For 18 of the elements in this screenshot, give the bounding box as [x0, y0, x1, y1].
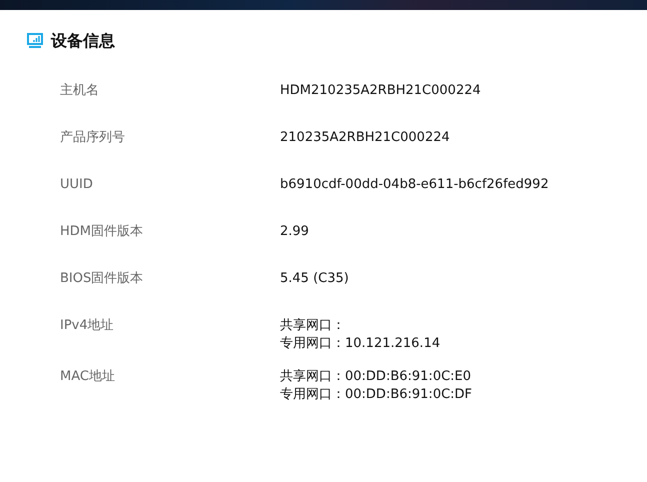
field-value: 2.99: [280, 223, 309, 241]
field-value: b6910cdf-00dd-04b8-e611-b6cf26fed992: [280, 176, 549, 194]
field-value: 共享网口：00:DD:B6:91:0C:E0: [280, 368, 472, 386]
field-label: HDM固件版本: [60, 223, 144, 241]
field-label: MAC地址: [60, 368, 116, 386]
field-label: IPv4地址: [60, 317, 115, 335]
field-label: 产品序列号: [60, 129, 126, 147]
field-value: 210235A2RBH21C000224: [280, 129, 450, 147]
field-label: 主机名: [60, 82, 100, 100]
field-value: 共享网口：: [280, 317, 345, 335]
field-value: 专用网口：10.121.216.14: [280, 335, 440, 353]
field-value: 5.45 (C35): [280, 270, 349, 288]
field-value: 专用网口：00:DD:B6:91:0C:DF: [280, 386, 472, 404]
section-title: 设备信息: [51, 30, 115, 52]
monitor-icon: [27, 33, 43, 49]
field-label: UUID: [60, 176, 94, 194]
field-label: BIOS固件版本: [60, 270, 144, 288]
field-value: HDM210235A2RBH21C000224: [280, 82, 481, 100]
